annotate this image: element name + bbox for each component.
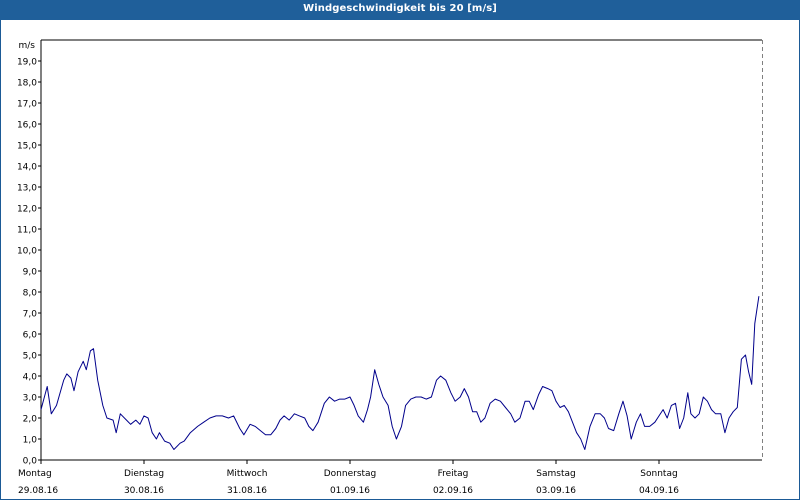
x-tick-labels: Montag 29.08.16 Dienstag 30.08.16 Mittwoch 31…: [18, 469, 679, 496]
y-tick-label: 19,0: [17, 58, 37, 68]
x-weekday-label: Mittwoch: [227, 469, 268, 479]
plot-area: [41, 40, 762, 460]
x-date-label: 03.09.16: [536, 486, 576, 496]
x-weekday-label: Donnerstag: [324, 469, 377, 479]
y-tick-label: 5,0: [23, 352, 38, 362]
y-tick-label: 3,0: [23, 394, 38, 404]
y-tick-label: 17,0: [17, 100, 37, 110]
y-tick-label: 13,0: [17, 184, 37, 194]
axes: [38, 39, 762, 464]
y-tick-label: 6,0: [23, 331, 38, 341]
y-tick-label: 4,0: [23, 373, 38, 383]
y-tick-label: 14,0: [17, 163, 37, 173]
y-tick-label: 7,0: [23, 310, 38, 320]
y-tick-label: 11,0: [17, 226, 37, 236]
x-weekday-label: Sonntag: [640, 469, 677, 479]
y-tick-label: 8,0: [23, 289, 38, 299]
x-weekday-label: Dienstag: [124, 469, 164, 479]
x-date-label: 02.09.16: [433, 486, 473, 496]
y-axis-unit-label: m/s: [19, 41, 36, 51]
x-weekday-label: Freitag: [438, 469, 469, 479]
y-tick-label: 16,0: [17, 121, 37, 131]
x-date-label: 30.08.16: [124, 486, 164, 496]
x-weekday-label: Montag: [18, 469, 52, 479]
wind-speed-chart: 0,0 1,0 2,0 3,0 4,0 5,0 6,0 7,0 8,0 9,0 10,0 11,0 12…: [17, 39, 763, 496]
x-date-label: 29.08.16: [18, 486, 58, 496]
x-date-label: 04.09.16: [639, 486, 679, 496]
y-tick-label: 15,0: [17, 142, 37, 152]
y-tick-label: 9,0: [23, 268, 38, 278]
y-tick-label: 2,0: [23, 415, 38, 425]
y-tick-label: 0,0: [23, 457, 38, 467]
y-tick-label: 10,0: [17, 247, 37, 257]
y-tick-label: 1,0: [23, 436, 38, 446]
y-tick-labels: 0,0 1,0 2,0 3,0 4,0 5,0 6,0 7,0 8,0 9,0 10,0 11,0 12…: [17, 58, 37, 467]
x-weekday-label: Samstag: [536, 469, 575, 479]
x-date-label: 31.08.16: [227, 486, 267, 496]
y-tick-label: 12,0: [17, 205, 37, 215]
x-date-label: 01.09.16: [330, 486, 370, 496]
y-tick-label: 18,0: [17, 79, 37, 89]
